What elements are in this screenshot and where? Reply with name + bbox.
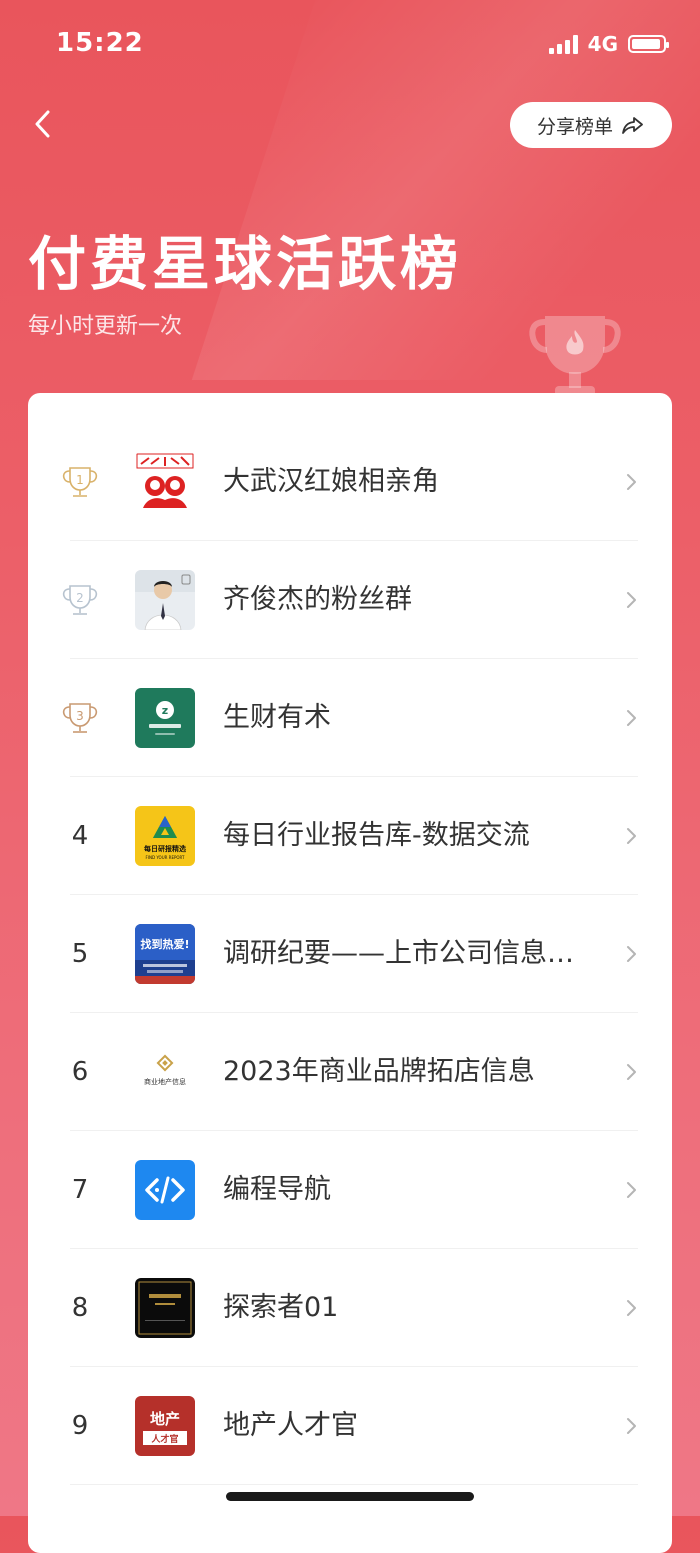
rank-medal-silver: 2 <box>60 541 100 659</box>
avatar-text: 找到热爱! <box>140 937 189 951</box>
trophy-rank-1-icon: 1 <box>62 467 98 497</box>
group-avatar: 找到热爱! <box>135 924 195 984</box>
group-name: 生财有术 <box>223 702 331 733</box>
ranking-item-1[interactable]: 1 大武汉红娘相亲角 <box>28 423 672 541</box>
ranking-item-2[interactable]: 2 齐俊杰的粉丝群 <box>28 541 672 659</box>
status-time: 15:22 <box>56 28 144 58</box>
share-ranking-button[interactable]: 分享榜单 <box>510 102 672 148</box>
group-name: 调研纪要——上市公司信息交流 <box>223 938 583 969</box>
chevron-right-icon <box>627 592 636 608</box>
group-avatar: 地产 人才官 <box>135 1396 195 1456</box>
trophy-rank-3-icon: 3 <box>62 703 98 733</box>
rank-number: 3 <box>76 709 84 723</box>
ranking-card: 1 大武汉红娘相亲角 2 齐俊杰的粉丝群 3 z 生财有术 4 每日研报精选 F… <box>28 393 672 1553</box>
ranking-item-4[interactable]: 4 每日研报精选 FIND YOUR REPORT 每日行业报告库-数据交流 <box>28 777 672 895</box>
ranking-item-8[interactable]: 8 探索者01 <box>28 1249 672 1367</box>
group-avatar: z <box>135 688 195 748</box>
chevron-left-icon <box>35 110 50 138</box>
group-name: 2023年商业品牌拓店信息 <box>223 1056 535 1087</box>
avatar-text: 人才官 <box>150 1433 178 1445</box>
chevron-right-icon <box>627 946 636 962</box>
home-indicator[interactable] <box>226 1492 474 1501</box>
svg-text:z: z <box>162 704 168 717</box>
avatar-text: 每日研报精选 <box>144 844 186 853</box>
group-name: 齐俊杰的粉丝群 <box>223 584 412 615</box>
battery-icon <box>628 35 669 53</box>
rank-number: 7 <box>71 1175 89 1205</box>
chevron-right-icon <box>627 1300 636 1316</box>
group-name: 每日行业报告库-数据交流 <box>223 820 530 851</box>
chevron-right-icon <box>627 710 636 726</box>
rank-medal-bronze: 3 <box>60 659 100 777</box>
group-name: 地产人才官 <box>223 1410 358 1441</box>
chevron-right-icon <box>627 1182 636 1198</box>
group-avatar <box>135 1278 195 1338</box>
avatar-text: 商业地产信息 <box>144 1077 186 1086</box>
chevron-right-icon <box>627 474 636 490</box>
group-name: 大武汉红娘相亲角 <box>223 466 439 497</box>
group-avatar <box>135 1160 195 1220</box>
group-name: 探索者01 <box>223 1292 339 1323</box>
avatar-text: 地产 <box>150 1410 180 1428</box>
rank-number: 8 <box>71 1293 89 1323</box>
divider <box>70 1484 638 1485</box>
rank-medal-gold: 1 <box>60 423 100 541</box>
ranking-item-9[interactable]: 9 地产 人才官 地产人才官 <box>28 1367 672 1485</box>
group-avatar: 每日研报精选 FIND YOUR REPORT <box>135 806 195 866</box>
group-avatar <box>135 570 195 630</box>
avatar-text: FIND YOUR REPORT <box>146 855 186 860</box>
back-button[interactable] <box>22 104 62 144</box>
ranking-item-6[interactable]: 6 商业地产信息 2023年商业品牌拓店信息 <box>28 1013 672 1131</box>
chevron-right-icon <box>627 1064 636 1080</box>
rank-number: 9 <box>71 1411 89 1441</box>
status-bar: 15:22 4G <box>0 0 700 90</box>
share-arrow-icon <box>622 117 643 134</box>
signal-icon <box>548 34 578 54</box>
page-title: 付费星球活跃榜 <box>28 230 463 298</box>
rank-number: 2 <box>76 591 84 605</box>
group-avatar: 商业地产信息 <box>135 1042 195 1102</box>
rank-number: 1 <box>76 473 84 487</box>
group-name: 编程导航 <box>223 1174 331 1205</box>
share-button-label: 分享榜单 <box>536 115 613 138</box>
status-indicators: 4G <box>548 32 669 56</box>
rank-number: 6 <box>71 1057 89 1087</box>
rank-number: 5 <box>71 939 89 969</box>
group-avatar <box>135 452 195 512</box>
trophy-rank-2-icon: 2 <box>62 585 98 615</box>
chevron-right-icon <box>627 1418 636 1434</box>
ranking-item-7[interactable]: 7 编程导航 <box>28 1131 672 1249</box>
chevron-right-icon <box>627 828 636 844</box>
ranking-item-3[interactable]: 3 z 生财有术 <box>28 659 672 777</box>
network-type: 4G <box>587 32 618 56</box>
page-subtitle: 每小时更新一次 <box>28 314 183 339</box>
rank-number: 4 <box>71 821 89 851</box>
ranking-item-5[interactable]: 5 找到热爱! 调研纪要——上市公司信息交流 <box>28 895 672 1013</box>
